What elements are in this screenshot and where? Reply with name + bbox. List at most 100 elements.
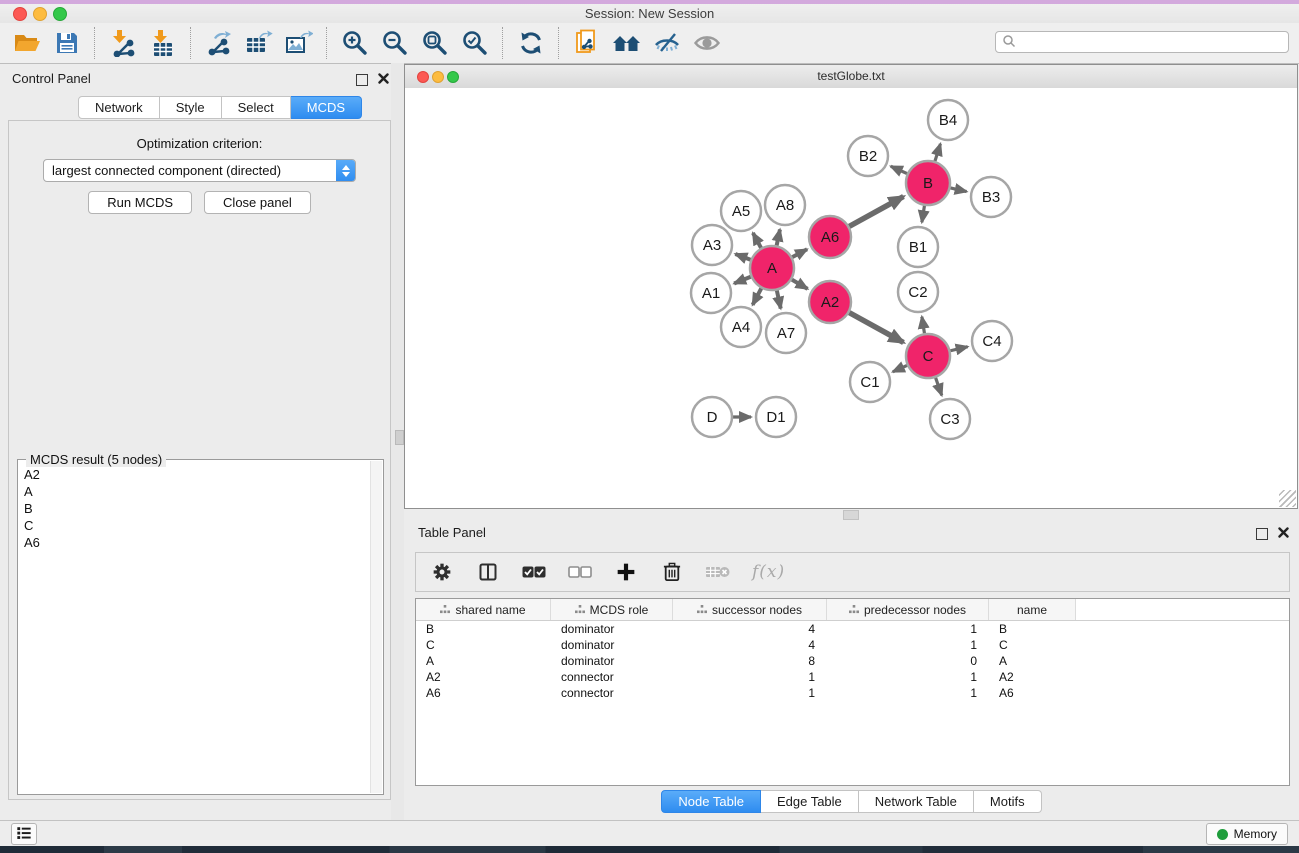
float-panel-icon[interactable] — [1256, 528, 1268, 540]
zoom-out-button[interactable] — [375, 26, 415, 60]
graph-edge-A-A1[interactable] — [734, 277, 751, 284]
column-header-MCDS-role[interactable]: MCDS role — [551, 599, 673, 620]
table-cell[interactable]: 1 — [673, 670, 827, 684]
table-cell[interactable]: A — [989, 654, 1076, 668]
open-file-button[interactable] — [7, 26, 47, 60]
table-cell[interactable]: 1 — [827, 622, 989, 636]
optimization-criterion-select[interactable]: largest connected component (directed) — [43, 159, 356, 182]
horizontal-split-handle[interactable] — [843, 510, 859, 520]
result-list-item[interactable]: C — [20, 517, 370, 534]
add-column-button[interactable] — [614, 560, 638, 584]
table-cell[interactable]: 1 — [827, 670, 989, 684]
tab-style[interactable]: Style — [160, 96, 222, 119]
tab-network-table[interactable]: Network Table — [859, 790, 974, 813]
task-history-button[interactable] — [11, 823, 37, 845]
graph-edge-C-C2[interactable] — [922, 317, 925, 334]
table-cell[interactable]: 4 — [673, 638, 827, 652]
tab-mcds[interactable]: MCDS — [291, 96, 362, 119]
table-cell[interactable]: 0 — [827, 654, 989, 668]
table-row[interactable]: Adominator80A — [416, 653, 1289, 669]
graph-edge-A-A8[interactable] — [777, 229, 780, 245]
tab-motifs[interactable]: Motifs — [974, 790, 1042, 813]
graph-edge-A-A4[interactable] — [753, 288, 762, 305]
graph-edge-A6-B[interactable] — [849, 197, 903, 227]
delete-column-button[interactable] — [660, 560, 684, 584]
column-header-successor-nodes[interactable]: successor nodes — [673, 599, 827, 620]
graph-edge-A-A6[interactable] — [792, 249, 807, 257]
run-mcds-button[interactable]: Run MCDS — [88, 191, 192, 214]
table-cell[interactable]: 1 — [673, 686, 827, 700]
new-network-from-selection-button[interactable] — [567, 26, 607, 60]
table-cell[interactable]: A2 — [989, 670, 1076, 684]
export-network-button[interactable] — [199, 26, 239, 60]
result-list-item[interactable]: A6 — [20, 534, 370, 551]
vertical-split-handle[interactable] — [395, 430, 404, 445]
graph-edge-C-C3[interactable] — [936, 378, 942, 396]
select-all-button[interactable] — [522, 560, 546, 584]
graph-edge-B-B3[interactable] — [950, 188, 966, 192]
table-cell[interactable]: dominator — [551, 654, 673, 668]
show-selected-button[interactable] — [687, 26, 727, 60]
column-header-name[interactable]: name — [989, 599, 1076, 620]
settings-gear-button[interactable] — [430, 560, 454, 584]
table-cell[interactable]: C — [989, 638, 1076, 652]
table-cell[interactable]: A2 — [416, 670, 551, 684]
graph-edge-C-C4[interactable] — [950, 347, 967, 351]
close-panel-button[interactable]: Close panel — [204, 191, 311, 214]
network-graph[interactable]: AA1A2A3A4A5A6A7A8BB1B2B3B4CC1C2C3C4DD1 — [405, 88, 1297, 508]
table-cell[interactable]: C — [416, 638, 551, 652]
table-cell[interactable]: connector — [551, 670, 673, 684]
home-layout-button[interactable] — [607, 26, 647, 60]
function-builder-button[interactable]: f(x) — [752, 562, 785, 582]
table-cell[interactable]: 1 — [827, 638, 989, 652]
refresh-button[interactable] — [511, 26, 551, 60]
tab-node-table[interactable]: Node Table — [661, 790, 761, 813]
node-table[interactable]: shared nameMCDS rolesuccessor nodesprede… — [415, 598, 1290, 786]
column-view-button[interactable] — [476, 560, 500, 584]
table-cell[interactable]: B — [989, 622, 1076, 636]
deselect-all-button[interactable] — [568, 560, 592, 584]
result-list-scrollbar[interactable] — [370, 461, 382, 793]
tab-network[interactable]: Network — [78, 96, 160, 119]
table-cell[interactable]: connector — [551, 686, 673, 700]
graph-edge-A2-C[interactable] — [849, 313, 903, 343]
graph-edge-B-B1[interactable] — [922, 206, 925, 223]
tab-edge-table[interactable]: Edge Table — [761, 790, 859, 813]
import-network-button[interactable] — [103, 26, 143, 60]
memory-button[interactable]: Memory — [1206, 823, 1288, 845]
graph-edge-A-A7[interactable] — [777, 290, 781, 308]
search-input[interactable] — [1021, 34, 1282, 50]
table-cell[interactable]: 4 — [673, 622, 827, 636]
table-cell[interactable]: dominator — [551, 622, 673, 636]
graph-edge-A-A3[interactable] — [735, 254, 750, 260]
graph-edge-B-B4[interactable] — [935, 144, 940, 161]
table-cell[interactable]: A6 — [989, 686, 1076, 700]
table-row[interactable]: A6connector11A6 — [416, 685, 1289, 701]
float-panel-icon[interactable] — [356, 74, 368, 86]
delete-table-button[interactable] — [706, 560, 730, 584]
table-cell[interactable]: A — [416, 654, 551, 668]
column-header-shared-name[interactable]: shared name — [416, 599, 551, 620]
import-table-button[interactable] — [143, 26, 183, 60]
graph-edge-B-B2[interactable] — [891, 166, 907, 173]
table-row[interactable]: Bdominator41B — [416, 621, 1289, 637]
result-list-item[interactable]: A2 — [20, 466, 370, 483]
mcds-result-list[interactable]: A2ABCA6 — [20, 466, 370, 792]
export-image-button[interactable] — [279, 26, 319, 60]
graph-edge-A-A5[interactable] — [753, 233, 761, 248]
table-row[interactable]: A2connector11A2 — [416, 669, 1289, 685]
window-resize-grip[interactable] — [1279, 490, 1296, 507]
close-panel-icon[interactable] — [378, 72, 389, 87]
network-window-titlebar[interactable]: testGlobe.txt — [405, 65, 1297, 89]
save-session-button[interactable] — [47, 26, 87, 60]
close-panel-icon[interactable] — [1278, 526, 1289, 541]
network-canvas[interactable]: AA1A2A3A4A5A6A7A8BB1B2B3B4CC1C2C3C4DD1 — [405, 88, 1297, 508]
table-cell[interactable]: 1 — [827, 686, 989, 700]
zoom-fit-button[interactable] — [415, 26, 455, 60]
hide-selected-button[interactable] — [647, 26, 687, 60]
table-cell[interactable]: A6 — [416, 686, 551, 700]
result-list-item[interactable]: B — [20, 500, 370, 517]
table-cell[interactable]: 8 — [673, 654, 827, 668]
table-cell[interactable]: B — [416, 622, 551, 636]
graph-edge-C-C1[interactable] — [893, 365, 907, 371]
